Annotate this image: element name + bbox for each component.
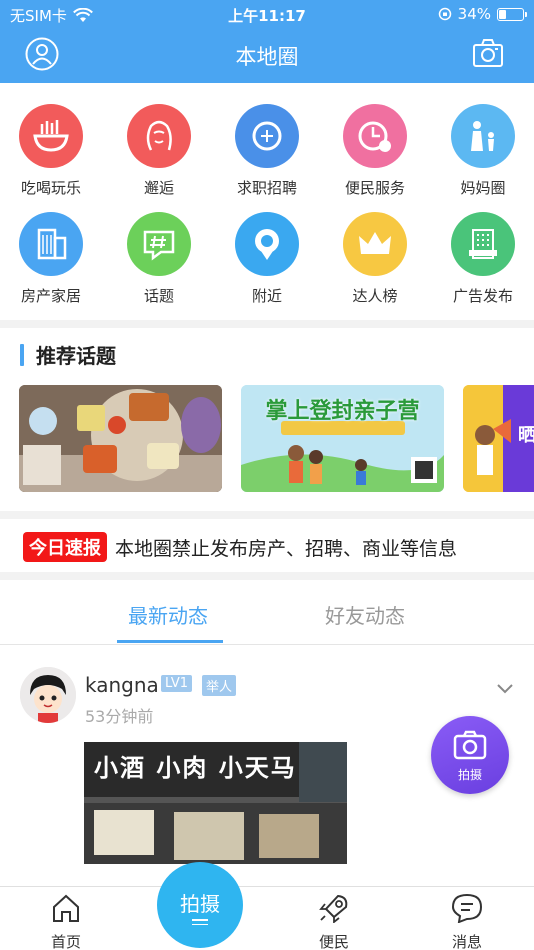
chevron-down-icon	[497, 684, 513, 694]
nav-messages-label: 消息	[451, 933, 482, 950]
post-username[interactable]: kangna	[85, 673, 159, 697]
recommend-header: 推荐话题	[20, 340, 116, 369]
category-label: 话题	[143, 287, 174, 305]
news-text: 本地圈禁止发布房产、招聘、商业等信息	[115, 537, 458, 560]
status-bar: 无SIM卡 上午11:17 34%	[0, 0, 534, 28]
tab-friends[interactable]: 好友动态	[325, 600, 405, 629]
page-title: 本地圈	[235, 45, 299, 69]
category-circle	[235, 104, 299, 168]
message-icon	[451, 893, 483, 924]
camera-icon	[453, 730, 487, 760]
active-tab-indicator	[117, 640, 223, 643]
topic-carousel[interactable]: 掌上登封亲子营 晒	[0, 385, 534, 493]
woman-face-icon	[146, 120, 172, 151]
building-icon	[37, 228, 67, 260]
category-encounter[interactable]: 邂逅	[109, 104, 209, 198]
floating-shoot-button[interactable]: 拍摄	[431, 716, 509, 794]
category-leaderboard[interactable]: 达人榜	[325, 212, 425, 306]
nav-service[interactable]: 便民	[294, 893, 374, 950]
rocket-icon	[319, 894, 348, 924]
rotation-lock-icon	[438, 7, 451, 21]
hotel-icon	[469, 229, 497, 259]
section-divider	[0, 320, 534, 328]
category-circle	[343, 104, 407, 168]
rank-badge: 举人	[202, 675, 237, 696]
category-circle	[235, 212, 299, 276]
battery-fill	[499, 9, 507, 19]
nav-service-label: 便民	[318, 933, 349, 950]
category-ads[interactable]: 广告发布	[433, 212, 533, 306]
mother-child-icon	[471, 121, 494, 151]
category-label: 房产家居	[20, 287, 81, 305]
feed-tabs: 最新动态 好友动态	[0, 590, 534, 645]
cartoon-avatar-image	[20, 667, 76, 723]
level-badge: LV1	[161, 675, 192, 692]
topic-card-food[interactable]	[19, 385, 222, 492]
app-header: 无SIM卡 上午11:17 34% 本地圈	[0, 0, 534, 83]
avatar[interactable]	[20, 667, 76, 723]
battery-percent: 34%	[457, 5, 491, 23]
location-icon	[255, 229, 279, 260]
category-circle	[127, 212, 191, 276]
promo-title: 晒	[518, 425, 534, 446]
nav-messages[interactable]: 消息	[427, 893, 507, 950]
category-jobs[interactable]: 求职招聘	[217, 104, 317, 198]
category-topics[interactable]: 话题	[109, 212, 209, 306]
nav-shoot-button[interactable]: 拍摄	[157, 862, 243, 948]
section-divider	[0, 511, 534, 519]
category-circle	[343, 212, 407, 276]
section-divider	[0, 572, 534, 580]
category-nearby[interactable]: 附近	[217, 212, 317, 306]
topic-card-family[interactable]: 掌上登封亲子营	[241, 385, 444, 492]
category-label: 求职招聘	[236, 179, 297, 197]
topic-card-promo[interactable]: 晒	[463, 385, 534, 492]
shop-sign-text: 小酒 小肉 小天马	[94, 753, 297, 782]
bottom-nav: 首页 便民 消息	[0, 886, 534, 950]
post-menu-button[interactable]	[496, 680, 514, 699]
noodle-bowl-icon	[33, 120, 69, 152]
category-label: 便民服务	[344, 179, 405, 197]
nav-shoot-label: 拍摄	[180, 892, 220, 916]
shoot-lines-icon	[192, 919, 208, 928]
fab-label: 拍摄	[457, 768, 482, 782]
home-icon	[53, 894, 79, 922]
news-ticker[interactable]: 今日速报 本地圈禁止发布房产、招聘、商业等信息	[23, 532, 457, 562]
category-label: 邂逅	[143, 179, 174, 197]
nav-home-label: 首页	[50, 933, 81, 950]
clock-money-icon	[358, 121, 391, 152]
camera-icon	[473, 39, 503, 67]
category-label: 吃喝玩乐	[20, 179, 81, 197]
tab-latest[interactable]: 最新动态	[128, 600, 208, 629]
category-circle	[127, 104, 191, 168]
family-camp-title: 掌上登封亲子营	[265, 399, 420, 424]
camera-button[interactable]	[472, 37, 506, 71]
category-food-fun[interactable]: 吃喝玩乐	[1, 104, 101, 198]
post-timestamp: 53分钟前	[85, 707, 154, 726]
recruit-icon	[252, 121, 282, 151]
category-label: 妈妈圈	[460, 179, 506, 197]
category-services[interactable]: 便民服务	[325, 104, 425, 198]
category-circle	[451, 104, 515, 168]
battery-icon	[497, 7, 527, 21]
crown-icon	[359, 232, 391, 254]
food-photo	[19, 385, 222, 492]
nav-home[interactable]: 首页	[26, 893, 106, 950]
hashtag-icon	[143, 230, 175, 261]
recommend-title: 推荐话题	[36, 344, 116, 368]
news-tag: 今日速报	[23, 532, 107, 562]
category-label: 广告发布	[452, 287, 513, 305]
post-photo[interactable]: 小酒 小肉 小天马	[84, 742, 347, 864]
category-label: 附近	[251, 287, 282, 305]
category-circle	[19, 212, 83, 276]
category-housing[interactable]: 房产家居	[1, 212, 101, 306]
category-label: 达人榜	[352, 287, 398, 305]
category-mothers[interactable]: 妈妈圈	[433, 104, 533, 198]
category-circle	[451, 212, 515, 276]
section-accent-bar	[20, 343, 24, 366]
category-circle	[19, 104, 83, 168]
